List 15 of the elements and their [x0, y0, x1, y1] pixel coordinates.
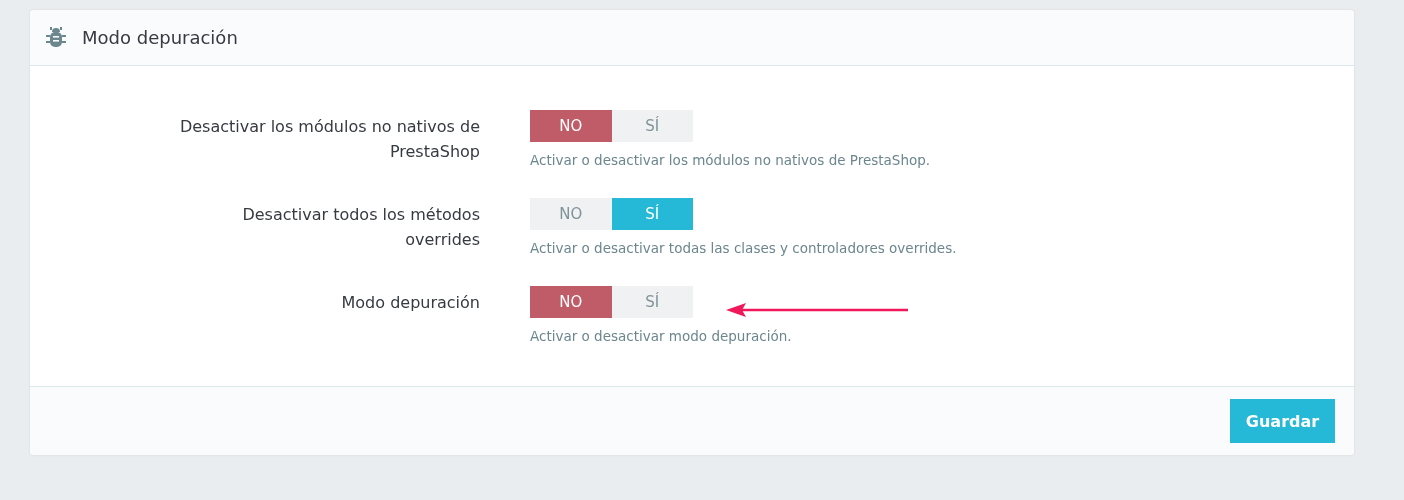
toggle-option[interactable]: NO	[530, 286, 612, 318]
setting-label: Desactivar todos los métodos overrides	[241, 204, 480, 251]
toggle-option[interactable]: SÍ	[611, 286, 693, 318]
setting-label: Desactivar los módulos no nativos de PrestaShop	[178, 116, 480, 163]
toggle-option[interactable]: SÍ	[611, 198, 693, 230]
help-text: Activar o desactivar todas las clases y controladores overrides.	[530, 239, 957, 258]
help-text: Activar o desactivar modo depuración.	[530, 327, 792, 346]
bug-icon	[46, 26, 66, 49]
toggle-option[interactable]: NO	[530, 110, 612, 142]
toggle-option[interactable]: SÍ	[611, 110, 693, 142]
panel-title: Modo depuración	[82, 27, 238, 48]
setting-label: Modo depuración	[340, 292, 480, 314]
help-text: Activar o desactivar los módulos no nativos de PrestaShop.	[530, 151, 931, 170]
save-button[interactable]: Guardar	[1230, 399, 1335, 443]
toggle-option[interactable]: NO	[530, 198, 612, 230]
